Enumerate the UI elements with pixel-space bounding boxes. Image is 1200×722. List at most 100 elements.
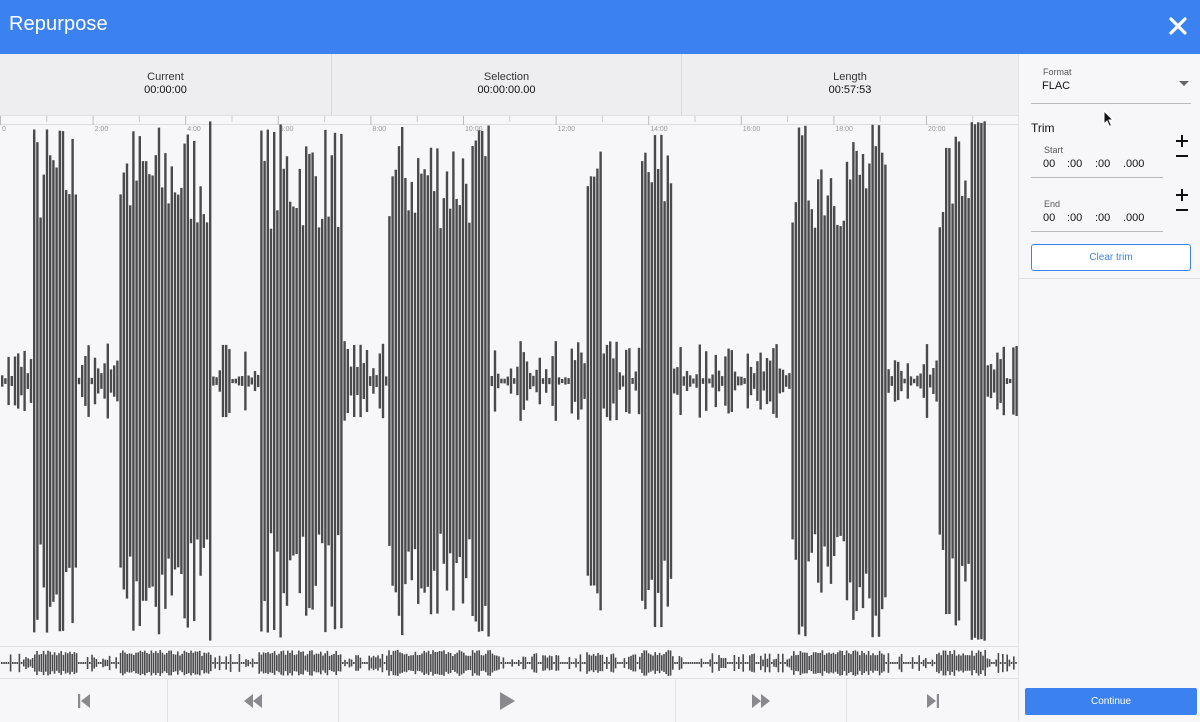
overview-bar [826, 653, 828, 673]
waveform-bar [657, 169, 660, 593]
overview-bar [370, 657, 373, 669]
waveform-overview[interactable] [0, 646, 1018, 678]
waveform-bar [567, 378, 570, 384]
waveform-bar [570, 348, 573, 414]
fast-forward-button[interactable] [676, 679, 846, 722]
overview-bar [491, 653, 494, 673]
trim-end-field[interactable]: End 00 :00 :00 .000 [1031, 196, 1163, 232]
trim-end-seconds[interactable]: :00 [1095, 212, 1110, 224]
waveform-bar [666, 155, 669, 607]
waveform-bar [301, 225, 305, 537]
trim-end-increment-button[interactable] [1175, 188, 1189, 202]
waveform-bar [503, 378, 506, 384]
overview-bar [192, 652, 194, 674]
waveform-bar [692, 378, 695, 384]
waveform-bar [65, 190, 68, 572]
trim-start-seconds[interactable]: :00 [1095, 158, 1110, 170]
trim-start-millis[interactable]: .000 [1123, 158, 1144, 170]
overview-bar [533, 653, 535, 673]
overview-bar [12, 662, 14, 664]
overview-bar [113, 662, 115, 664]
overview-bar [355, 655, 357, 671]
playback-controls [0, 678, 1018, 722]
trim-end-hours[interactable]: 00 [1043, 212, 1055, 224]
overview-bar [564, 662, 566, 664]
waveform-bar [673, 368, 676, 394]
waveform-bars [1, 121, 1018, 641]
overview-bar [984, 650, 986, 676]
waveform-bar [413, 212, 417, 550]
overview-bar [784, 662, 786, 664]
overview-bar [907, 662, 909, 664]
format-select[interactable]: Format FLAC [1031, 54, 1191, 104]
overview-bar [793, 651, 795, 675]
overview-bar [322, 655, 324, 671]
overview-bar [177, 651, 179, 675]
clear-trim-button[interactable]: Clear trim [1031, 244, 1191, 271]
waveform-bar [119, 194, 122, 568]
overview-bar [647, 653, 650, 673]
waveform[interactable] [0, 116, 1018, 646]
overview-bar [724, 658, 727, 669]
skip-to-end-icon [926, 693, 939, 708]
overview-bar [238, 654, 241, 672]
overview-bar [423, 650, 425, 675]
waveform-bar [477, 130, 481, 632]
overview-bar [782, 653, 784, 673]
trim-end-decrement-button[interactable] [1175, 203, 1189, 217]
overview-bar [850, 654, 852, 672]
overview-bar [331, 654, 333, 672]
waveform-bar [605, 344, 609, 417]
skip-to-start-button[interactable] [0, 679, 167, 722]
play-button[interactable] [339, 679, 675, 722]
continue-button[interactable]: Continue [1025, 688, 1197, 715]
overview-bar [905, 662, 907, 664]
overview-bar [124, 652, 126, 674]
trim-start-field[interactable]: Start 00 :00 :00 .000 [1031, 142, 1163, 178]
overview-bar [971, 650, 973, 676]
overview-bar [788, 658, 791, 668]
waveform-bar [589, 176, 593, 586]
overview-bar [388, 650, 390, 676]
trim-end-minutes[interactable]: :00 [1067, 212, 1082, 224]
format-value: FLAC [1042, 80, 1071, 92]
waveform-bar [602, 353, 605, 409]
waveform-bar [148, 174, 151, 588]
waveform-bar [289, 201, 292, 561]
waveform-bar [401, 127, 404, 636]
overview-bar [603, 662, 606, 664]
waveform-bar [695, 374, 698, 388]
overview-bar [148, 653, 150, 672]
overview-bar [606, 657, 608, 669]
trim-end-millis[interactable]: .000 [1123, 212, 1144, 224]
overview-bar [610, 654, 612, 672]
trim-start-decrement-button[interactable] [1175, 149, 1189, 163]
trim-start-hours[interactable]: 00 [1043, 158, 1055, 170]
waveform-bar [698, 344, 701, 418]
waveform-bar [42, 174, 45, 588]
waveform-bar [804, 125, 807, 637]
overview-bar [828, 652, 830, 674]
overview-bar [78, 662, 80, 664]
overview-bar [405, 653, 408, 673]
trim-start-increment-button[interactable] [1175, 134, 1189, 148]
waveform-bar [980, 122, 983, 640]
skip-to-end-button[interactable] [847, 679, 1018, 722]
overview-bar [104, 659, 106, 667]
waveform-bar [273, 132, 276, 630]
rewind-button[interactable] [168, 679, 338, 722]
overview-bar [1004, 662, 1006, 664]
overview-bar [346, 662, 348, 664]
waveform-bar [580, 352, 583, 410]
trim-start-minutes[interactable]: :00 [1067, 158, 1082, 170]
overview-bar [188, 653, 190, 674]
overview-bar [447, 652, 450, 674]
overview-bar [751, 654, 753, 672]
overview-bar [639, 656, 641, 670]
overview-bar [841, 651, 843, 675]
close-icon[interactable] [1164, 12, 1192, 40]
waveform-bar [365, 350, 369, 412]
overview-bar [535, 653, 538, 673]
overview-bar [940, 655, 942, 671]
stats-bar: Current 00:00:00 Selection 00:00:00.00 L… [0, 54, 1018, 116]
